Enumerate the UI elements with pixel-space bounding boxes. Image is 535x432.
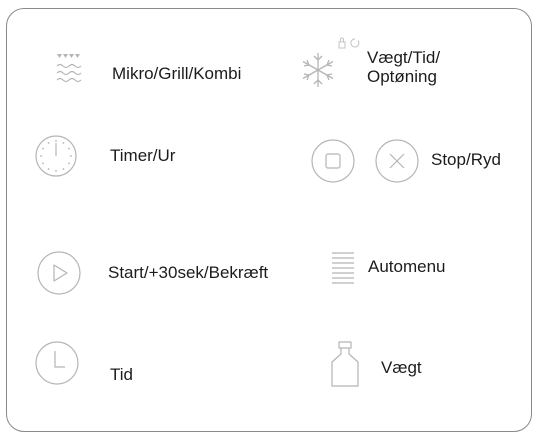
- play-icon: [36, 250, 82, 296]
- clock-icon: [34, 340, 80, 386]
- snowflake-icon: [298, 50, 338, 90]
- weight-icon: [330, 338, 360, 390]
- start-label: Start/+30sek/Bekræft: [108, 263, 269, 282]
- timer-label: Timer/Ur: [110, 146, 176, 165]
- mode-button[interactable]: Mikro/Grill/Kombi: [48, 48, 288, 94]
- time-label: Tid: [110, 365, 133, 384]
- mode-label: Mikro/Grill/Kombi: [112, 64, 242, 83]
- clock-dial-icon: [34, 134, 78, 178]
- menu-lines-icon: [330, 250, 356, 284]
- defrost-button[interactable]: Vægt/Tid/ Optøning: [296, 34, 496, 100]
- time-button[interactable]: Tid: [34, 340, 194, 390]
- stop-clear-label: Stop/Ryd: [431, 150, 501, 169]
- start-button[interactable]: Start/+30sek/Bekræft: [36, 250, 326, 300]
- lock-icon: [338, 36, 360, 50]
- microwave-waves-icon: [54, 50, 84, 90]
- automenu-label: Automenu: [368, 257, 446, 276]
- stop-square-icon: [310, 138, 356, 184]
- stop-clear-button[interactable]: Stop/Ryd: [310, 138, 530, 188]
- weight-label: Vægt: [381, 358, 422, 377]
- weight-button[interactable]: Vægt: [330, 338, 480, 394]
- timer-button[interactable]: Timer/Ur: [34, 134, 234, 184]
- defrost-label-line1: Vægt/Tid/: [367, 48, 441, 67]
- defrost-label-line2: Optøning: [367, 67, 437, 86]
- automenu-button[interactable]: Automenu: [330, 248, 500, 288]
- clear-x-icon: [374, 138, 420, 184]
